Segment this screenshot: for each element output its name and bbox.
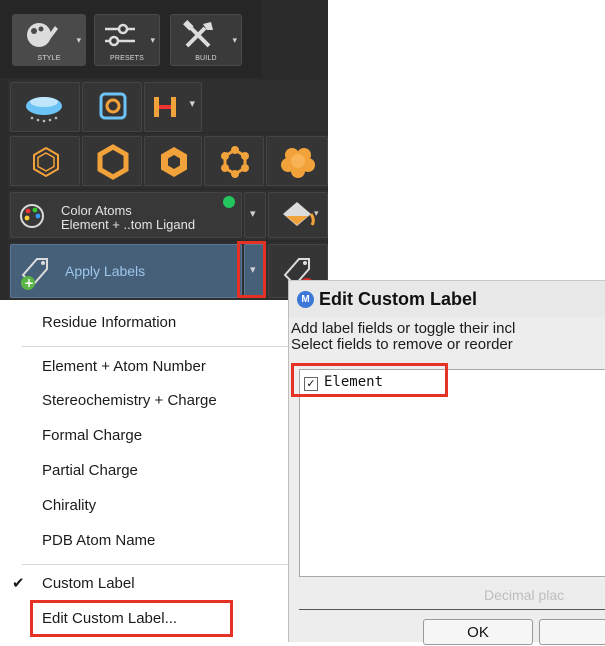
ribbon-toolbar: ▾ STYLE ▾ PRESETS ▾ BUILD <box>0 0 262 78</box>
hbond-icon <box>154 97 176 117</box>
menu-item-element-atom-number[interactable]: Element + Atom Number <box>0 350 290 384</box>
svg-text:+: + <box>24 276 34 290</box>
menu-item-partial-charge[interactable]: Partial Charge <box>0 454 290 488</box>
dialog-instructions: Add label fields or toggle their incl Se… <box>291 321 515 353</box>
color-scheme-value: Element + ..tom Ligand <box>61 217 196 232</box>
menu-item-label: Formal Charge <box>42 427 143 444</box>
style-button[interactable]: ▾ STYLE <box>12 14 86 66</box>
menu-separator <box>22 564 290 565</box>
chevron-down-icon: ▾ <box>150 35 155 45</box>
dialog-titlebar: M Edit Custom Label <box>289 281 605 317</box>
instructions-line-1: Add label fields or toggle their incl <box>291 320 516 337</box>
eye-icon <box>26 97 62 123</box>
checkmark-icon: ✔ <box>12 575 25 592</box>
presets-label: PRESETS <box>109 55 145 62</box>
menu-separator <box>22 346 290 347</box>
style-palette-icon <box>27 23 58 47</box>
dialog-separator <box>299 609 605 610</box>
menu-item-label: PDB Atom Name <box>42 532 156 549</box>
spacefill-icon <box>281 148 315 178</box>
representation-row: ▾ <box>8 80 328 132</box>
label-fields-list[interactable]: ✓ Element <box>299 369 605 577</box>
labels-dropdown-menu: Residue Information Element + Atom Numbe… <box>0 300 290 642</box>
menu-item-residue-information[interactable]: Residue Information <box>0 306 290 340</box>
chevron-down-icon: ▾ <box>189 98 195 110</box>
menu-item-formal-charge[interactable]: Formal Charge <box>0 419 290 453</box>
cpk-style-button[interactable] <box>266 136 328 186</box>
build-button[interactable]: ▾ BUILD <box>170 14 242 66</box>
target-icon <box>99 92 127 120</box>
color-atoms-row: Color Atoms Element + ..tom Ligand ▾ ▾ <box>8 190 328 240</box>
menu-item-chirality[interactable]: Chirality <box>0 489 290 523</box>
status-dot <box>223 196 235 208</box>
maestro-app-icon: M <box>297 291 314 308</box>
menu-item-pdb-atom-name[interactable]: PDB Atom Name <box>0 524 290 558</box>
thick-tube-style-button[interactable] <box>144 136 202 186</box>
tube-style-button[interactable] <box>82 136 142 186</box>
menu-item-label: Stereochemistry + Charge <box>42 392 217 409</box>
apply-labels-label: Apply Labels <box>65 263 146 279</box>
labels-row: + Apply Labels ▾ <box>8 242 328 300</box>
menu-item-label: Element + Atom Number <box>42 358 206 375</box>
hbond-button[interactable]: ▾ <box>144 82 202 132</box>
chevron-down-icon: ▾ <box>250 208 256 220</box>
atom-style-row <box>8 134 328 188</box>
menu-item-label: Custom Label <box>42 575 135 592</box>
sliders-icon <box>105 23 135 47</box>
menu-item-custom-label[interactable]: ✔ Custom Label <box>0 567 290 601</box>
ball-stick-style-button[interactable] <box>204 136 264 186</box>
palette-icon <box>20 204 44 228</box>
presets-button[interactable]: ▾ PRESETS <box>94 14 160 66</box>
hexagon-tube-icon <box>97 144 129 180</box>
toolbar-spacer <box>262 0 328 78</box>
menu-item-stereochemistry-charge[interactable]: Stereochemistry + Charge <box>0 384 290 418</box>
menu-item-label: Partial Charge <box>42 462 138 479</box>
edit-custom-label-dialog: M Edit Custom Label Add label fields or … <box>288 280 605 645</box>
wire-style-button[interactable] <box>10 136 80 186</box>
paint-bucket-icon: ▾ <box>283 202 319 226</box>
menu-item-label: Chirality <box>42 497 97 514</box>
target-view-button[interactable] <box>82 82 142 132</box>
visibility-button[interactable] <box>10 82 80 132</box>
chevron-down-icon: ▾ <box>76 35 81 45</box>
color-scheme-dropdown[interactable]: ▾ <box>244 192 266 238</box>
maestro-style-panel: ▾ STYLE ▾ PRESETS ▾ BUILD ▾ Color Atoms … <box>0 0 328 330</box>
add-label-icon: + <box>21 258 48 290</box>
hexagon-thick-icon <box>161 147 187 177</box>
apply-labels-button[interactable]: + Apply Labels <box>10 244 242 298</box>
highlight-dropdown <box>237 241 266 298</box>
svg-text:▾: ▾ <box>314 209 319 219</box>
build-label: BUILD <box>195 55 217 62</box>
cancel-button[interactable] <box>539 619 605 645</box>
color-scheme-title: Color Atoms <box>61 203 132 218</box>
ok-button[interactable]: OK <box>423 619 533 645</box>
menu-item-label: Residue Information <box>42 314 177 331</box>
build-tools-icon <box>183 20 213 48</box>
style-label: STYLE <box>37 55 61 62</box>
color-atoms-button[interactable]: Color Atoms Element + ..tom Ligand <box>10 192 242 238</box>
instructions-line-2: Select fields to remove or reorder <box>291 336 513 353</box>
highlight-element-field <box>291 363 448 397</box>
dialog-title: Edit Custom Label <box>319 289 478 309</box>
chevron-down-icon: ▾ <box>232 35 237 45</box>
ball-and-stick-icon <box>221 146 249 178</box>
paint-bucket-button[interactable]: ▾ <box>268 192 328 238</box>
highlight-edit-custom-label <box>30 600 233 637</box>
hexagon-wire-icon <box>33 146 59 178</box>
decimal-places-label: Decimal plac <box>484 587 565 603</box>
